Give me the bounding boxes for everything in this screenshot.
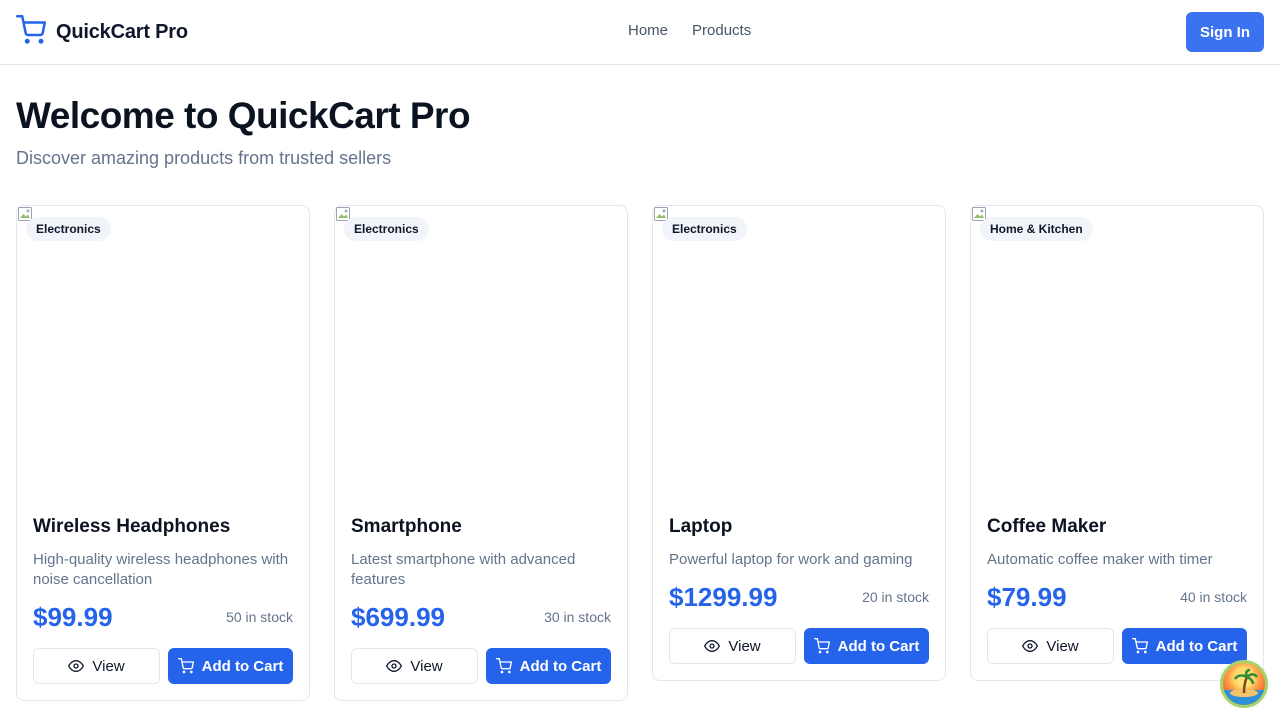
view-button-label: View xyxy=(410,657,443,675)
nav-home-link[interactable]: Home xyxy=(628,22,668,39)
product-name[interactable]: Laptop xyxy=(669,516,929,538)
product-price: $79.99 xyxy=(987,581,1067,612)
add-to-cart-button[interactable]: Add to Cart xyxy=(804,628,929,664)
product-description: Powerful laptop for work and gaming xyxy=(669,551,913,568)
palm-tree-icon xyxy=(1223,668,1265,705)
eye-icon xyxy=(704,640,721,652)
product-name[interactable]: Smartphone xyxy=(351,516,611,538)
stock-count: 20 in stock xyxy=(862,589,929,605)
product-image[interactable]: Electronics xyxy=(335,206,627,502)
brand-name: QuickCart Pro xyxy=(56,20,188,43)
stock-count: 30 in stock xyxy=(544,609,611,625)
add-to-cart-button[interactable]: Add to Cart xyxy=(168,648,293,684)
view-button[interactable]: View xyxy=(351,648,478,684)
view-button[interactable]: View xyxy=(669,628,796,664)
cart-icon xyxy=(16,14,46,50)
page-subtitle: Discover amazing products from trusted s… xyxy=(16,148,392,168)
product-card[interactable]: Electronics Smartphone Latest smartphone… xyxy=(334,205,628,701)
view-button-label: View xyxy=(1046,637,1079,655)
nav-products-link[interactable]: Products xyxy=(692,22,751,39)
category-badge: Electronics xyxy=(344,217,429,241)
add-to-cart-label: Add to Cart xyxy=(201,657,284,675)
product-price: $99.99 xyxy=(33,601,113,632)
product-price: $1299.99 xyxy=(669,581,778,612)
product-card[interactable]: Electronics Laptop Powerful laptop for w… xyxy=(652,205,946,681)
assistant-avatar-button[interactable] xyxy=(1220,660,1268,708)
top-navbar: QuickCart Pro Home Products Sign In xyxy=(0,0,1280,65)
eye-icon xyxy=(386,660,403,672)
product-name[interactable]: Wireless Headphones xyxy=(33,516,293,538)
cart-icon xyxy=(177,658,194,674)
product-name[interactable]: Coffee Maker xyxy=(987,516,1247,538)
cart-icon xyxy=(495,658,512,674)
view-button-label: View xyxy=(728,637,761,655)
product-card[interactable]: Home & Kitchen Coffee Maker Automatic co… xyxy=(970,205,1264,681)
add-to-cart-label: Add to Cart xyxy=(1155,637,1238,655)
brand-logo[interactable]: QuickCart Pro xyxy=(16,14,188,50)
sign-in-button[interactable]: Sign In xyxy=(1186,12,1264,52)
view-button[interactable]: View xyxy=(987,628,1114,664)
view-button-label: View xyxy=(92,657,125,675)
product-description: Latest smartphone with advanced features xyxy=(351,551,576,588)
product-description: High-quality wireless headphones with no… xyxy=(33,551,289,588)
add-to-cart-button[interactable]: Add to Cart xyxy=(1122,628,1247,664)
category-badge: Electronics xyxy=(662,217,747,241)
category-badge: Electronics xyxy=(26,217,111,241)
product-card[interactable]: Electronics Wireless Headphones High-qua… xyxy=(16,205,310,701)
product-image[interactable]: Electronics xyxy=(17,206,309,502)
cart-icon xyxy=(1131,638,1148,654)
stock-count: 40 in stock xyxy=(1180,589,1247,605)
add-to-cart-button[interactable]: Add to Cart xyxy=(486,648,611,684)
view-button[interactable]: View xyxy=(33,648,160,684)
add-to-cart-label: Add to Cart xyxy=(837,637,920,655)
stock-count: 50 in stock xyxy=(226,609,293,625)
product-image[interactable]: Electronics xyxy=(653,206,945,502)
product-price: $699.99 xyxy=(351,601,445,632)
product-image[interactable]: Home & Kitchen xyxy=(971,206,1263,502)
product-description: Automatic coffee maker with timer xyxy=(987,551,1213,568)
category-badge: Home & Kitchen xyxy=(980,217,1093,241)
eye-icon xyxy=(68,660,85,672)
main-nav: Home Products xyxy=(628,22,751,39)
eye-icon xyxy=(1022,640,1039,652)
page-title: Welcome to QuickCart Pro xyxy=(16,95,471,136)
cart-icon xyxy=(813,638,830,654)
add-to-cart-label: Add to Cart xyxy=(519,657,602,675)
